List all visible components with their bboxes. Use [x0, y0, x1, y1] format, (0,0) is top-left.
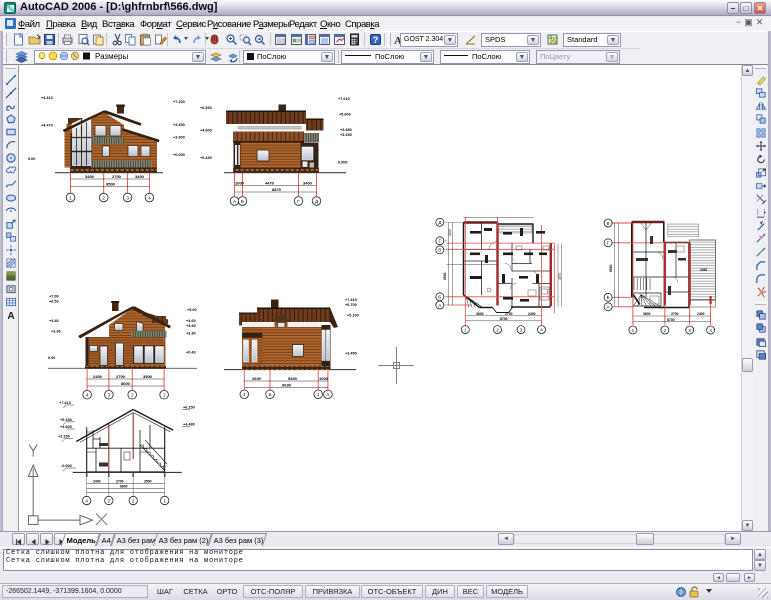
svg-text:+6.700: +6.700 [345, 303, 357, 307]
svg-text:+4.40: +4.40 [49, 319, 59, 323]
svg-text:A: A [7, 311, 15, 321]
svg-text:+7.413: +7.413 [59, 401, 71, 405]
svg-text:9500: 9500 [106, 182, 116, 187]
svg-text:2: 2 [132, 498, 135, 503]
svg-text:1: 1 [317, 392, 320, 397]
svg-text:1: 1 [632, 328, 635, 333]
svg-text:2400: 2400 [528, 312, 536, 316]
svg-text:Б: Б [241, 199, 244, 204]
svg-text:2: 2 [664, 328, 667, 333]
svg-text:4470: 4470 [265, 181, 275, 186]
svg-text:8600: 8600 [121, 381, 131, 386]
svg-text:+3.30: +3.30 [51, 330, 61, 334]
svg-text:2: 2 [496, 327, 499, 332]
svg-text:+0.43: +0.43 [186, 351, 196, 355]
svg-text:3600: 3600 [643, 312, 651, 316]
svg-text:Б: Б [438, 295, 441, 300]
svg-text:2: 2 [131, 393, 134, 398]
svg-text:?: ? [373, 35, 379, 45]
svg-text:3500: 3500 [144, 479, 152, 483]
svg-text:2400: 2400 [697, 312, 705, 316]
svg-text:2700: 2700 [116, 479, 124, 483]
svg-text:4575: 4575 [558, 273, 562, 280]
svg-text:1000: 1000 [235, 181, 245, 186]
svg-text:8600: 8600 [120, 485, 128, 489]
svg-text:+3.450: +3.450 [173, 123, 185, 127]
svg-text:+2.150: +2.150 [58, 435, 70, 439]
svg-text:3: 3 [108, 498, 111, 503]
svg-text:+7.00: +7.00 [49, 295, 59, 299]
svg-text:+4.470: +4.470 [41, 124, 53, 128]
svg-text:1: 1 [163, 393, 166, 398]
svg-text:2400: 2400 [93, 479, 101, 483]
svg-text:2630: 2630 [252, 376, 262, 381]
svg-text:+5.100: +5.100 [347, 314, 359, 318]
svg-text:1190: 1190 [448, 229, 452, 236]
svg-text:+5.60: +5.60 [187, 308, 197, 312]
svg-text:0.000: 0.000 [338, 161, 348, 165]
svg-text:8700: 8700 [500, 317, 508, 321]
svg-text:+3.150: +3.150 [340, 133, 352, 137]
svg-text:2: 2 [243, 392, 246, 397]
svg-text:+5.600: +5.600 [339, 113, 351, 117]
svg-text:2430: 2430 [700, 268, 707, 272]
svg-text:Б: Б [268, 392, 271, 397]
svg-text:2700: 2700 [116, 374, 126, 379]
svg-text:9030: 9030 [282, 383, 292, 388]
svg-text:0.00: 0.00 [48, 356, 55, 360]
svg-text:3: 3 [688, 328, 691, 333]
svg-text:3: 3 [108, 393, 111, 398]
svg-text:1: 1 [163, 498, 166, 503]
svg-text:4: 4 [540, 327, 543, 332]
svg-text:3: 3 [520, 327, 523, 332]
svg-text:+6.530: +6.530 [200, 106, 212, 110]
svg-text:3600: 3600 [476, 312, 484, 316]
svg-text:+4.600: +4.600 [200, 129, 212, 133]
svg-text:5400: 5400 [288, 376, 298, 381]
svg-text:4: 4 [148, 195, 151, 200]
svg-text:+4.600: +4.600 [60, 425, 72, 429]
svg-text:+3.300: +3.300 [173, 136, 185, 140]
svg-text:-0.000: -0.000 [61, 464, 72, 468]
svg-text:+4.40: +4.40 [186, 324, 196, 328]
svg-text:+3.450: +3.450 [345, 352, 357, 356]
svg-text:8580: 8580 [609, 264, 613, 272]
svg-text:0.00: 0.00 [28, 157, 35, 161]
svg-text:+3.450: +3.450 [340, 128, 352, 132]
svg-text:4: 4 [709, 328, 712, 333]
svg-text:2700: 2700 [112, 174, 122, 179]
svg-text:4: 4 [85, 498, 88, 503]
svg-text:+7.200: +7.200 [173, 100, 185, 104]
svg-text:8580: 8580 [443, 272, 447, 280]
svg-text:+6.150: +6.150 [183, 406, 195, 410]
svg-text:8700: 8700 [667, 318, 675, 322]
svg-text:8870: 8870 [272, 187, 282, 192]
svg-text:1: 1 [69, 195, 72, 200]
svg-text:+3.30: +3.30 [186, 332, 196, 336]
svg-text:3: 3 [126, 195, 129, 200]
svg-text:+7.410: +7.410 [345, 298, 357, 302]
svg-text:3400: 3400 [85, 174, 95, 179]
svg-text:+5.150: +5.150 [60, 418, 72, 422]
svg-text:+4.413: +4.413 [41, 96, 53, 100]
svg-text:3400: 3400 [303, 181, 313, 186]
svg-text:+7.010: +7.010 [338, 97, 350, 101]
svg-text:+4.60: +4.60 [186, 319, 196, 323]
svg-text:В: В [607, 221, 610, 226]
svg-text:Б: Б [607, 295, 610, 300]
svg-text:1: 1 [464, 327, 467, 332]
svg-text:+0.430: +0.430 [200, 156, 212, 160]
svg-text:+6.53: +6.53 [49, 300, 59, 304]
svg-text:2: 2 [102, 195, 105, 200]
svg-text:4: 4 [86, 393, 89, 398]
svg-text:В: В [438, 248, 441, 253]
svg-text:1000: 1000 [319, 376, 329, 381]
svg-text:+0.000: +0.000 [173, 153, 185, 157]
svg-text:2700: 2700 [671, 312, 679, 316]
svg-text:+4.480: +4.480 [183, 423, 195, 427]
svg-text:2400: 2400 [93, 374, 103, 379]
svg-text:2700: 2700 [505, 312, 513, 316]
svg-text:3400: 3400 [135, 174, 145, 179]
svg-text:3500: 3500 [143, 374, 153, 379]
